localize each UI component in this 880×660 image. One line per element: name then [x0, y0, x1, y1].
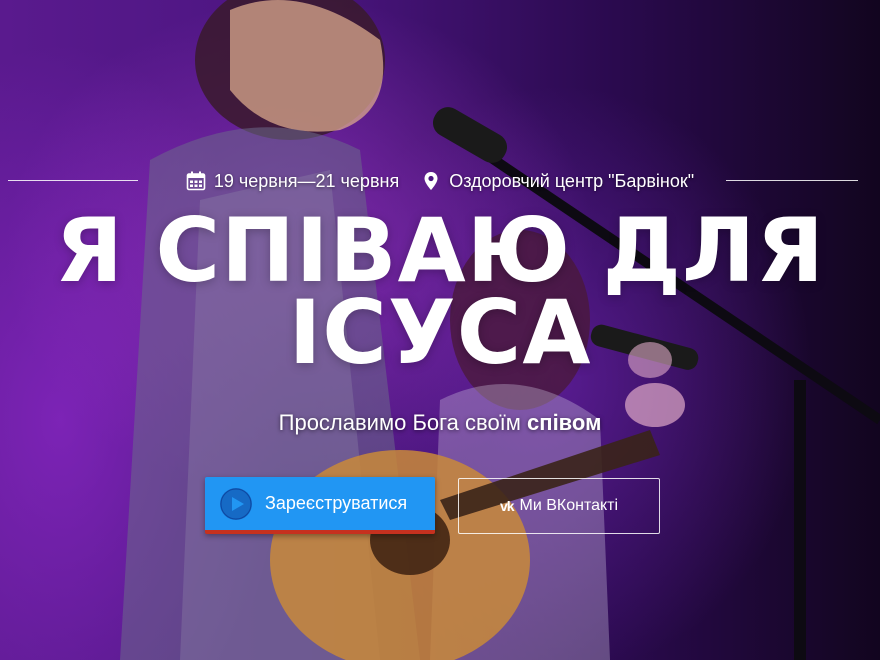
vk-button[interactable]: vk Ми ВКонтакті [458, 478, 660, 534]
event-meta-row: 19 червня—21 червня Оздоровчий центр "Ба… [0, 163, 880, 199]
subtitle-bold-text: співом [527, 410, 602, 435]
subtitle-text: Прославимо Бога своїм [278, 410, 528, 435]
map-pin-icon [424, 172, 438, 190]
event-title: Я СПІВАЮ ДЛЯ ІСУСА [55, 199, 825, 384]
divider-right [726, 180, 858, 181]
register-button[interactable]: Зареєструватися [205, 477, 435, 534]
event-dates: 19 червня—21 червня [186, 171, 399, 192]
event-location-text: Оздоровчий центр "Барвінок" [449, 170, 695, 191]
vk-logo-icon: vk [499, 498, 515, 514]
event-location: Оздоровчий центр "Барвінок" [421, 171, 694, 192]
event-dates-text: 19 червня—21 червня [213, 170, 400, 191]
vk-button-label: Ми ВКонтакті [519, 497, 619, 514]
register-button-label: Зареєструватися [265, 493, 408, 513]
play-circle-icon [220, 487, 252, 520]
divider-left [8, 180, 138, 181]
event-subtitle: Прославимо Бога своїм співом [0, 410, 880, 436]
hero-section: 19 червня—21 червня Оздоровчий центр "Ба… [0, 0, 880, 660]
calendar-icon [186, 171, 206, 191]
